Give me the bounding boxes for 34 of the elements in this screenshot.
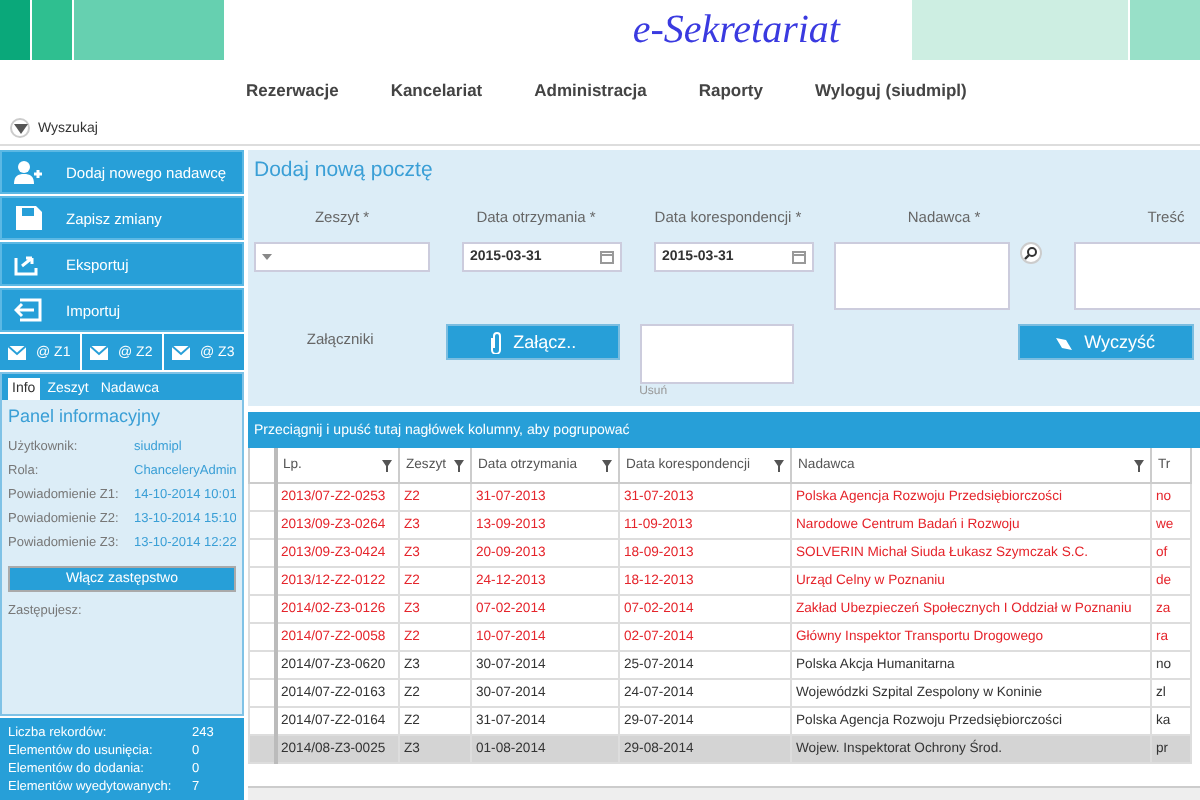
panel-title: Panel informacyjny: [8, 406, 163, 426]
filter-icon: [1134, 459, 1144, 471]
text-area-field[interactable]: [1074, 242, 1200, 310]
calendar-icon: [792, 250, 806, 264]
envelope-icon: [90, 345, 108, 359]
attachment-list-field[interactable]: [639, 324, 794, 384]
app-logo: e-Sekretariat: [630, 6, 843, 56]
dropdown-field[interactable]: [254, 242, 430, 272]
export-icon: [14, 252, 42, 276]
search-button[interactable]: [1020, 242, 1042, 264]
paperclip-icon: [489, 331, 502, 353]
user-add-icon: [14, 160, 42, 184]
nav-link[interactable]: Raporty: [698, 80, 763, 100]
eraser-icon: [1056, 335, 1073, 349]
nav-link[interactable]: Kancelariat: [390, 80, 483, 100]
caret-icon: [262, 254, 272, 260]
text-area-field[interactable]: [834, 242, 1010, 310]
filter-icon: [774, 459, 784, 471]
expand-toggle[interactable]: [10, 118, 30, 138]
filter-icon: [454, 459, 464, 471]
attach-button[interactable]: Załącz..: [446, 324, 620, 360]
envelope-icon: [172, 345, 190, 359]
horizontal-scrollbar[interactable]: [248, 786, 1200, 800]
filter-icon: [382, 459, 392, 471]
nav-link[interactable]: Administracja: [534, 80, 647, 100]
filter-icon: [602, 459, 612, 471]
clear-button[interactable]: Wyczyść: [1017, 324, 1194, 360]
header-stripe: [0, 0, 30, 60]
import-icon: [14, 298, 42, 322]
calendar-icon: [600, 250, 614, 264]
form-title: Dodaj nową pocztę: [254, 158, 435, 182]
nav-link[interactable]: Wyloguj (siudmipl): [815, 80, 967, 100]
envelope-icon: [8, 345, 26, 359]
nav-link[interactable]: Rezerwacje: [246, 80, 339, 100]
